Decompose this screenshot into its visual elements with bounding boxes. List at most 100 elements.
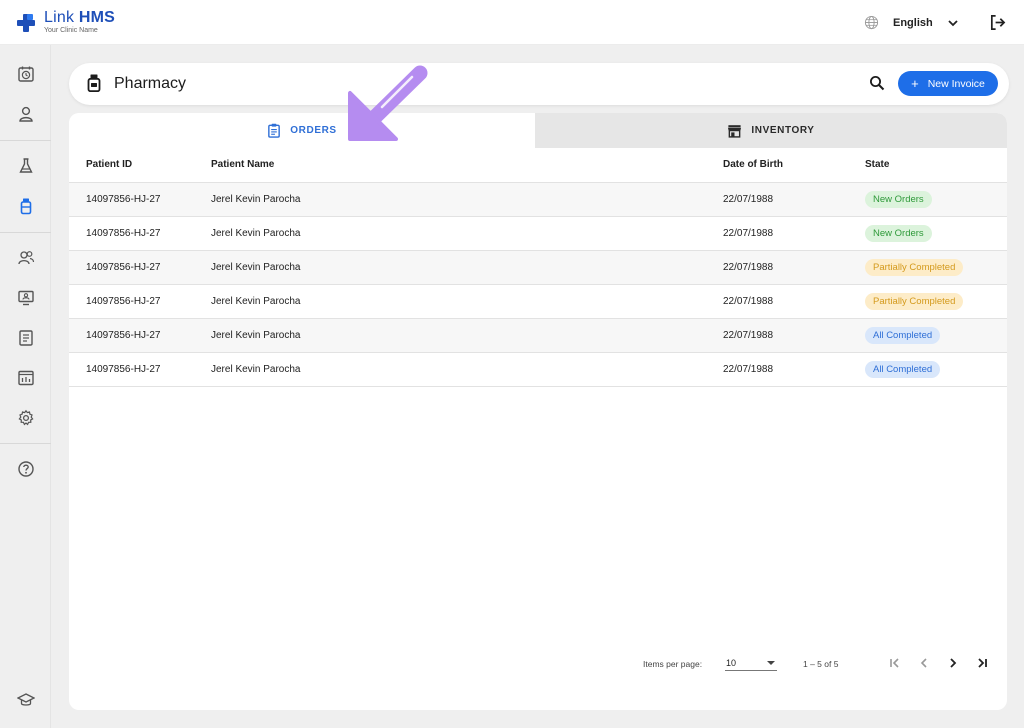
- patient-id-cell: 14097856-HJ-27: [69, 250, 211, 285]
- orders-table: Patient ID Patient Name Date of Birth St…: [69, 148, 1007, 387]
- patient-id-cell: 14097856-HJ-27: [69, 284, 211, 319]
- date-of-birth-cell: 22/07/1988: [723, 250, 865, 285]
- sidebar-item-help[interactable]: [15, 458, 36, 479]
- sidebar-divider: [0, 140, 51, 141]
- patient-name-cell: Jerel Kevin Parocha: [211, 182, 723, 217]
- dropdown-arrow-icon: [767, 661, 775, 665]
- state-cell: New Orders: [865, 182, 1007, 217]
- patient-name-cell: Jerel Kevin Parocha: [211, 352, 723, 387]
- state-cell: New Orders: [865, 216, 1007, 251]
- first-page-icon: [890, 658, 899, 668]
- sidebar-divider: [0, 232, 51, 233]
- table-row[interactable]: 14097856-HJ-27 Jerel Kevin Parocha 22/07/1…: [69, 318, 1007, 353]
- chevron-left-icon: [920, 658, 927, 668]
- orders-panel: ORDERS INVENTORY Patient ID Patient Name…: [69, 113, 1007, 710]
- status-badge: Partially Completed: [865, 258, 964, 276]
- column-header[interactable]: Patient ID: [69, 148, 211, 183]
- column-header[interactable]: Patient Name: [211, 148, 723, 183]
- logo-cross-icon: [17, 14, 35, 32]
- patient-name-cell: Jerel Kevin Parocha: [211, 284, 723, 319]
- sidebar-item-patients[interactable]: [15, 103, 36, 124]
- clinic-name: Your Clinic Name: [44, 27, 98, 34]
- column-header[interactable]: Date of Birth: [723, 148, 865, 183]
- date-of-birth-cell: 22/07/1988: [723, 182, 865, 217]
- user-icon: [18, 106, 33, 122]
- logout-icon: [990, 15, 1006, 30]
- pill-bottle-icon: [87, 74, 101, 92]
- table-row[interactable]: 14097856-HJ-27 Jerel Kevin Parocha 22/07/1…: [69, 352, 1007, 387]
- patient-id-cell: 14097856-HJ-27: [69, 216, 211, 251]
- state-cell: Partially Completed: [865, 284, 1007, 319]
- sidebar-divider: [0, 443, 51, 444]
- date-of-birth-cell: 22/07/1988: [723, 284, 865, 319]
- column-header[interactable]: State: [865, 148, 1007, 183]
- chevron-down-icon: [948, 19, 958, 26]
- items-per-page-select[interactable]: 10: [725, 656, 777, 671]
- page-title: Pharmacy: [114, 75, 187, 92]
- status-badge: New Orders: [865, 190, 932, 208]
- state-cell: All Completed: [865, 352, 1007, 387]
- users-icon: [17, 250, 34, 264]
- tab-inventory-label: INVENTORY: [751, 125, 815, 136]
- last-page-button[interactable]: [974, 655, 990, 671]
- last-page-icon: [978, 658, 987, 668]
- sidebar-item-monitor[interactable]: [15, 287, 36, 308]
- logout-button[interactable]: [989, 14, 1006, 36]
- clipboard-icon: [268, 123, 281, 138]
- pill-bottle-icon: [20, 198, 31, 214]
- next-page-button[interactable]: [945, 655, 961, 671]
- monitor-user-icon: [17, 290, 34, 305]
- tab-inventory[interactable]: INVENTORY: [535, 113, 1007, 148]
- sidebar-item-appointments[interactable]: [15, 63, 36, 84]
- language-label: English: [893, 16, 933, 29]
- items-per-page-label: Items per page:: [643, 659, 703, 669]
- language-selector[interactable]: English: [864, 15, 959, 30]
- sidebar: [0, 45, 51, 728]
- table-row[interactable]: 14097856-HJ-27 Jerel Kevin Parocha 22/07/1…: [69, 284, 1007, 319]
- table-row[interactable]: 14097856-HJ-27 Jerel Kevin Parocha 22/07/1…: [69, 182, 1007, 217]
- status-badge: Partially Completed: [865, 292, 964, 310]
- top-bar: Link HMS Your Clinic Name English: [0, 0, 1024, 45]
- new-invoice-button[interactable]: + New Invoice: [898, 71, 998, 96]
- page-header: Pharmacy + New Invoice: [69, 63, 1009, 105]
- sidebar-item-pharmacy[interactable]: [15, 195, 36, 216]
- previous-page-button[interactable]: [916, 655, 932, 671]
- calendar-clock-icon: [17, 66, 34, 82]
- main-content: Pharmacy + New Invoice ORDERS INVENTORY …: [51, 45, 1024, 728]
- date-of-birth-cell: 22/07/1988: [723, 318, 865, 353]
- sidebar-item-reports[interactable]: [15, 367, 36, 388]
- patient-id-cell: 14097856-HJ-27: [69, 352, 211, 387]
- table-row[interactable]: 14097856-HJ-27 Jerel Kevin Parocha 22/07/1…: [69, 250, 1007, 285]
- patient-name-cell: Jerel Kevin Parocha: [211, 318, 723, 353]
- new-invoice-label: New Invoice: [927, 77, 985, 90]
- help-circle-icon: [17, 460, 34, 477]
- date-of-birth-cell: 22/07/1988: [723, 216, 865, 251]
- patient-name-cell: Jerel Kevin Parocha: [211, 250, 723, 285]
- table-header-row: Patient ID Patient Name Date of Birth St…: [69, 148, 1007, 183]
- sidebar-item-staff[interactable]: [15, 247, 36, 268]
- sidebar-item-laboratory[interactable]: [15, 155, 36, 176]
- sidebar-item-education[interactable]: [15, 689, 36, 710]
- tab-orders[interactable]: ORDERS: [69, 113, 535, 148]
- sidebar-item-records[interactable]: [15, 327, 36, 348]
- tab-orders-label: ORDERS: [290, 125, 337, 136]
- globe-icon: [864, 15, 879, 30]
- status-badge: All Completed: [865, 326, 941, 344]
- gear-icon: [18, 409, 33, 425]
- patient-name-cell: Jerel Kevin Parocha: [211, 216, 723, 251]
- plus-icon: +: [911, 76, 919, 91]
- state-cell: Partially Completed: [865, 250, 1007, 285]
- annotation-arrow-icon: [348, 65, 428, 141]
- table-row[interactable]: 14097856-HJ-27 Jerel Kevin Parocha 22/07/1…: [69, 216, 1007, 251]
- search-button[interactable]: [869, 75, 885, 96]
- page-range: 1 – 5 of 5: [803, 659, 839, 669]
- status-badge: All Completed: [865, 360, 941, 378]
- sidebar-item-settings[interactable]: [15, 407, 36, 428]
- first-page-button[interactable]: [887, 655, 903, 671]
- table-body: 14097856-HJ-27 Jerel Kevin Parocha 22/07/1…: [69, 182, 1007, 387]
- app-logo[interactable]: Link HMS Your Clinic Name: [16, 10, 115, 34]
- flask-icon: [18, 157, 33, 173]
- chart-window-icon: [17, 370, 34, 385]
- patient-id-cell: 14097856-HJ-27: [69, 182, 211, 217]
- tab-bar: ORDERS INVENTORY: [69, 113, 1007, 148]
